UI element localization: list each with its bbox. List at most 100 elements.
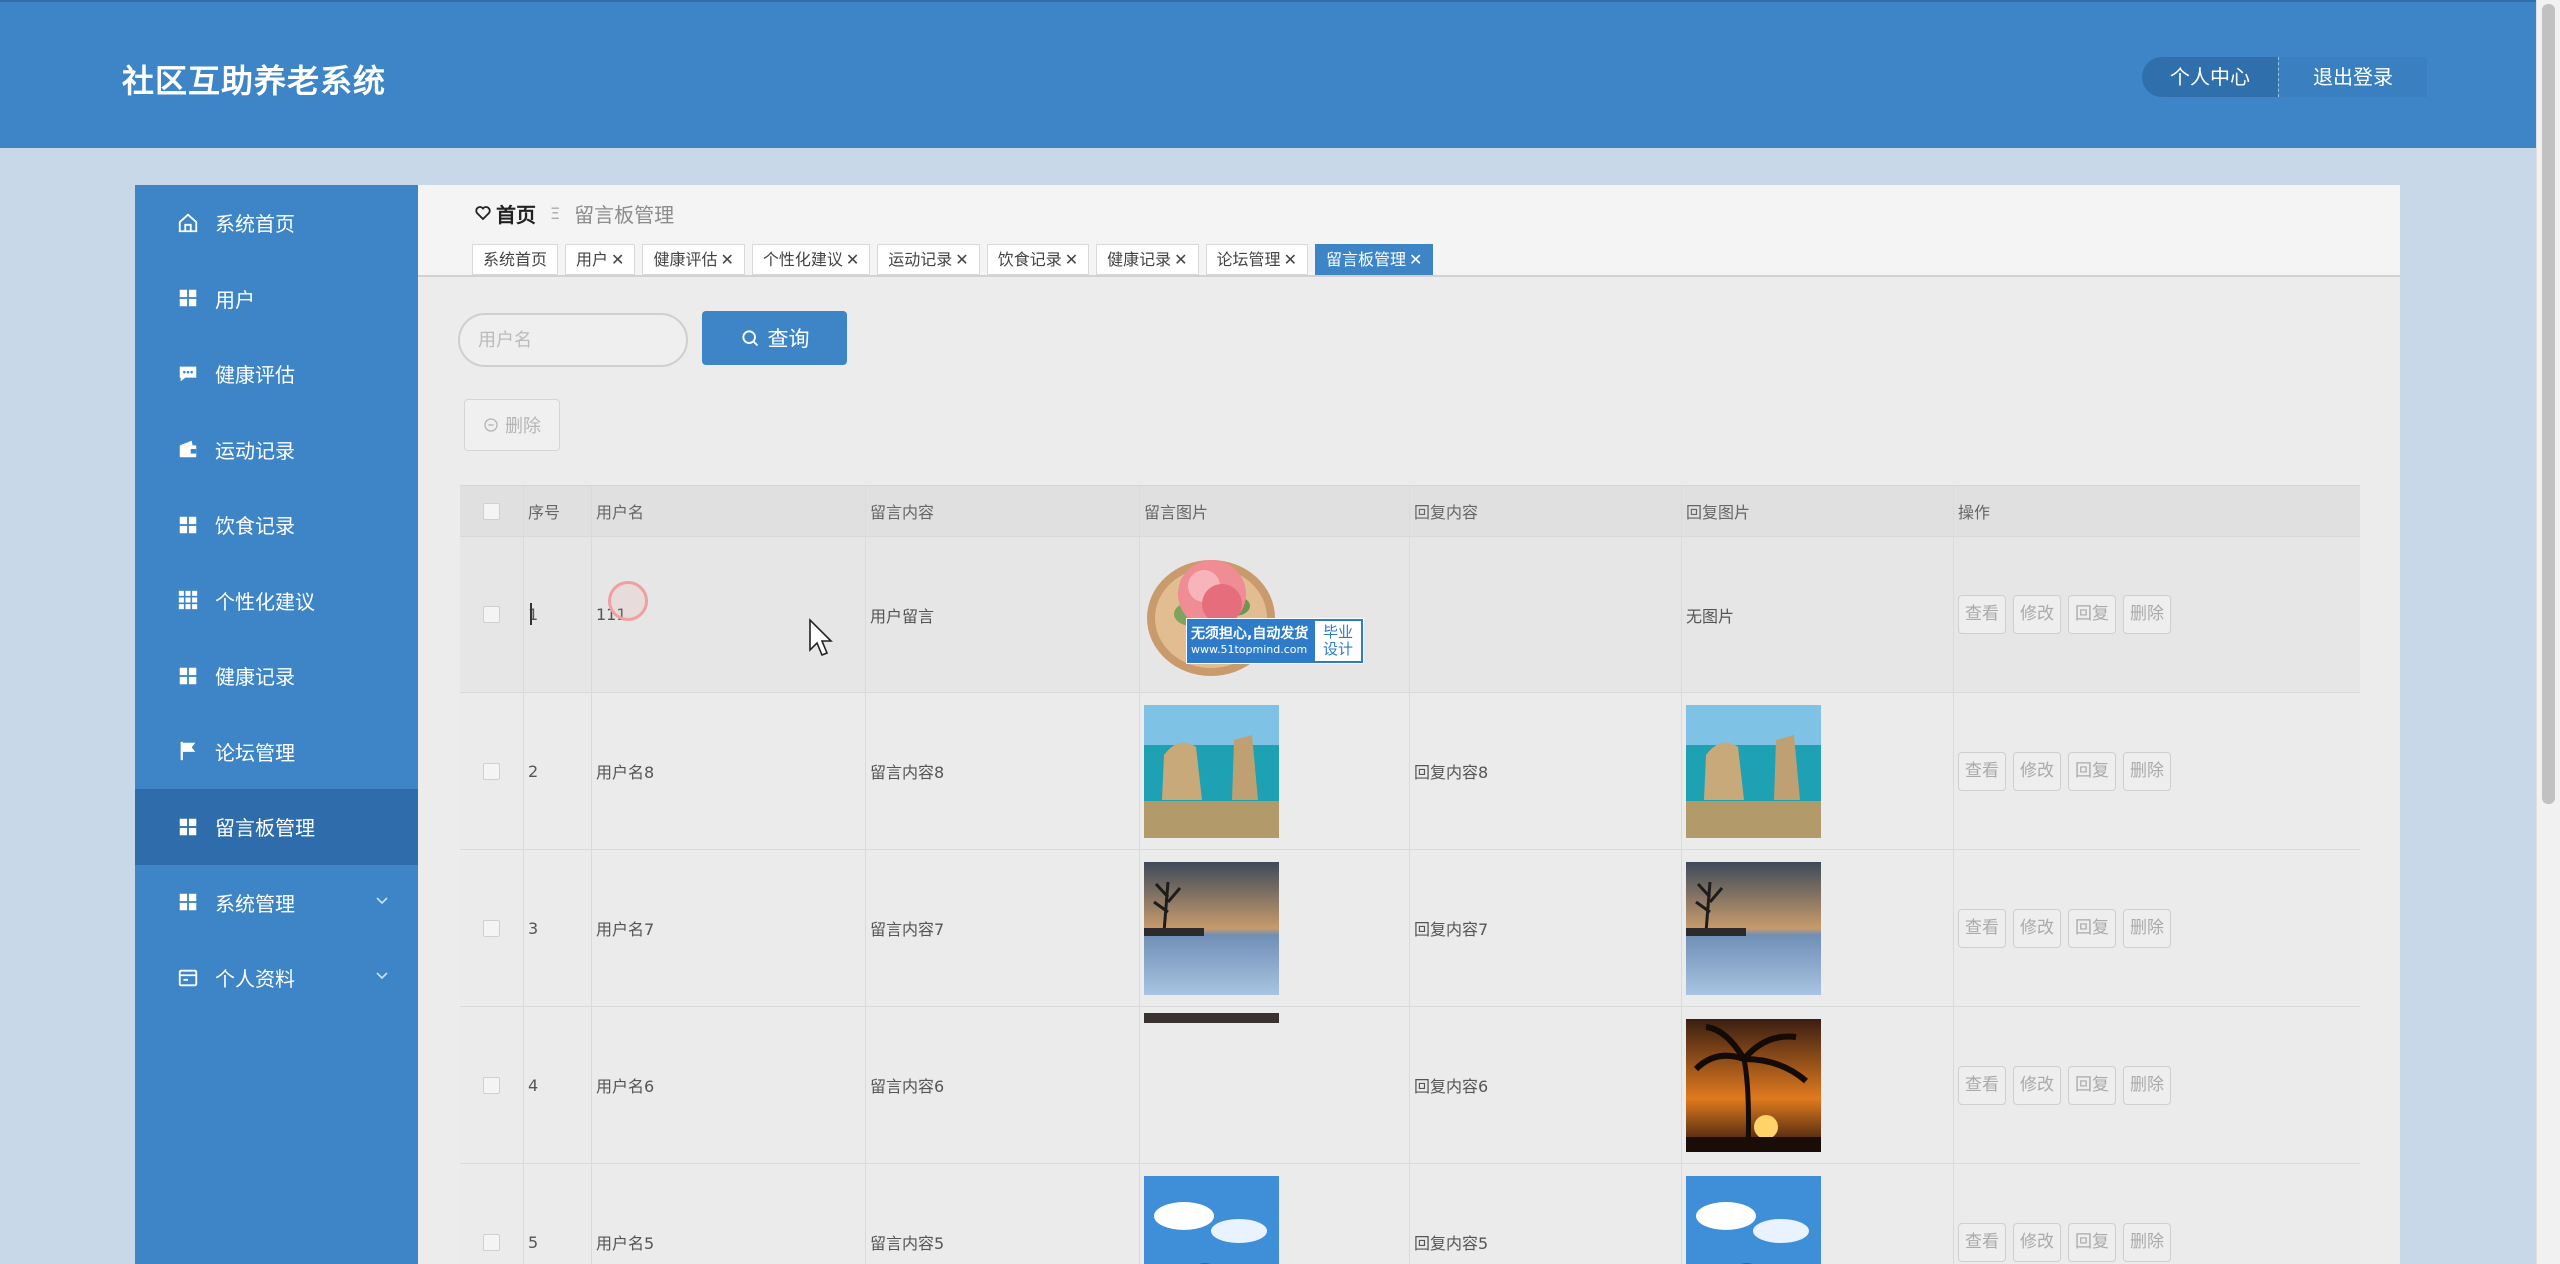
- close-icon[interactable]: ✕: [1284, 250, 1297, 269]
- sidebar-item-forum-management[interactable]: 论坛管理: [135, 714, 418, 790]
- index-cell: 3: [524, 850, 592, 1006]
- sidebar-item-personalized-advice[interactable]: 个性化建议: [135, 563, 418, 639]
- message-image-cell: [1140, 1007, 1410, 1163]
- row-checkbox[interactable]: [483, 919, 500, 937]
- sky-trees-image[interactable]: [1686, 1175, 1821, 1264]
- chevron-down-icon: [376, 896, 388, 904]
- view-button[interactable]: 查看: [1958, 751, 2006, 791]
- tab-label: 留言板管理: [1325, 250, 1406, 269]
- delete-button[interactable]: 删除: [2123, 595, 2171, 634]
- table-row[interactable]: 3 用户名7 留言内容7 回复内容7 查看 修改 回复 删除: [460, 850, 2360, 1007]
- view-button[interactable]: 查看: [1958, 595, 2006, 634]
- sidebar-item-home[interactable]: 系统首页: [135, 185, 418, 261]
- reply-image-cell: [1682, 1164, 1954, 1264]
- reply-button[interactable]: 回复: [2068, 1222, 2116, 1262]
- flag-icon: [177, 740, 199, 762]
- sidebar-item-diet-records[interactable]: 饮食记录: [135, 487, 418, 563]
- tab-health-records[interactable]: 健康记录 ✕: [1096, 244, 1199, 275]
- close-icon[interactable]: ✕: [720, 250, 733, 269]
- row-checkbox[interactable]: [483, 1076, 500, 1094]
- sea-rocks-image[interactable]: [1686, 704, 1821, 838]
- row-checkbox[interactable]: [483, 762, 500, 780]
- column-header: 留言内容: [866, 486, 1140, 536]
- row-checkbox[interactable]: [483, 606, 500, 623]
- row-checkbox[interactable]: [483, 1233, 500, 1251]
- search-button[interactable]: 查询: [702, 311, 847, 365]
- mouse-pointer-icon: [809, 618, 833, 657]
- promo-watermark[interactable]: 无须担心,自动发货 www.51topmind.com 毕业 设计: [1186, 618, 1364, 664]
- reply-button[interactable]: 回复: [2068, 595, 2116, 634]
- broken-image[interactable]: [1144, 1013, 1279, 1023]
- sidebar-item-message-board[interactable]: 留言板管理: [135, 789, 418, 865]
- tab-health-assessment[interactable]: 健康评估 ✕: [642, 244, 745, 275]
- tab-exercise-records[interactable]: 运动记录 ✕: [877, 244, 980, 275]
- delete-button[interactable]: 删除: [2123, 751, 2171, 791]
- actions-cell: 查看 修改 回复 删除: [1954, 850, 2360, 1006]
- sidebar-item-users[interactable]: 用户: [135, 261, 418, 337]
- edit-button[interactable]: 修改: [2013, 595, 2061, 634]
- view-button[interactable]: 查看: [1958, 1065, 2006, 1105]
- batch-delete-button[interactable]: 删除: [464, 399, 560, 451]
- tab-home[interactable]: 系统首页: [472, 244, 559, 275]
- row-select-cell: [460, 537, 524, 692]
- breadcrumb-home[interactable]: 首页: [474, 199, 536, 228]
- breadcrumb-bar: 首页 Ξ 留言板管理 系统首页 用户 ✕ 健康评估 ✕ 个性化建议 ✕ 运动记录 ✕ 饮…: [418, 185, 2400, 277]
- peach-image[interactable]: 无须担心,自动发货 www.51topmind.com 毕业 设计: [1144, 548, 1364, 681]
- close-icon[interactable]: ✕: [1174, 250, 1187, 269]
- close-icon[interactable]: ✕: [611, 250, 624, 269]
- delete-button[interactable]: 删除: [2123, 908, 2171, 948]
- dusk-lake-image[interactable]: [1144, 861, 1279, 995]
- logout-button[interactable]: 退出登录: [2278, 57, 2427, 97]
- table-row[interactable]: 5 用户名5 留言内容5 回复内容5 查看 修改 回复 删除: [460, 1164, 2360, 1264]
- sidebar-item-exercise-records[interactable]: 运动记录: [135, 412, 418, 488]
- personal-center-button[interactable]: 个人中心: [2142, 57, 2278, 97]
- page-scrollbar[interactable]: [2536, 0, 2560, 1264]
- close-icon[interactable]: ✕: [846, 250, 859, 269]
- actions-cell: 查看 修改 回复 删除: [1954, 1164, 2360, 1264]
- close-icon[interactable]: ✕: [1409, 250, 1422, 269]
- scrollbar-thumb[interactable]: [2542, 4, 2555, 804]
- close-icon[interactable]: ✕: [1065, 250, 1078, 269]
- content-cell: 留言内容5: [866, 1164, 1140, 1264]
- wallet-icon: [177, 438, 199, 460]
- table-row[interactable]: 1 111 用户留言 无须担心,自动发货 www.51topmind.com 毕…: [460, 537, 2360, 693]
- view-button[interactable]: 查看: [1958, 908, 2006, 948]
- actions-cell: 查看 修改 回复 删除: [1954, 537, 2360, 692]
- reply-button[interactable]: 回复: [2068, 908, 2116, 948]
- tab-personalized-advice[interactable]: 个性化建议 ✕: [751, 244, 871, 275]
- palm-sunset-image[interactable]: [1686, 1018, 1821, 1152]
- username-cell: 用户名8: [592, 693, 866, 849]
- reply-image-cell: [1682, 1007, 1954, 1163]
- reply-button[interactable]: 回复: [2068, 1065, 2116, 1105]
- message-image-cell: [1140, 850, 1410, 1006]
- edit-button[interactable]: 修改: [2013, 908, 2061, 948]
- edit-button[interactable]: 修改: [2013, 751, 2061, 791]
- table-row[interactable]: 4 用户名6 留言内容6 回复内容6 查看 修改 回复 删除: [460, 1007, 2360, 1164]
- close-icon[interactable]: ✕: [955, 250, 968, 269]
- view-button[interactable]: 查看: [1958, 1222, 2006, 1262]
- select-all-cell: [460, 486, 524, 536]
- reply-button[interactable]: 回复: [2068, 751, 2116, 791]
- table-row[interactable]: 2 用户名8 留言内容8 回复内容8 查看 修改 回复 删除: [460, 693, 2360, 850]
- tab-message-board[interactable]: 留言板管理 ✕: [1314, 244, 1434, 275]
- delete-button[interactable]: 删除: [2123, 1065, 2171, 1105]
- sidebar-item-profile[interactable]: 个人资料: [135, 940, 418, 1016]
- tab-diet-records[interactable]: 饮食记录 ✕: [986, 244, 1090, 275]
- sidebar-item-system-management[interactable]: 系统管理: [135, 865, 418, 941]
- promo-tag-line1: 毕业: [1322, 623, 1353, 641]
- sky-trees-image[interactable]: [1144, 1175, 1279, 1264]
- sidebar-item-health-assessment[interactable]: 健康评估: [135, 336, 418, 412]
- grid-icon: [177, 816, 199, 838]
- tab-users[interactable]: 用户 ✕: [565, 244, 636, 275]
- promo-tag-line2: 设计: [1322, 640, 1353, 658]
- delete-button[interactable]: 删除: [2123, 1222, 2171, 1262]
- dusk-lake-image[interactable]: [1686, 861, 1821, 995]
- edit-button[interactable]: 修改: [2013, 1222, 2061, 1262]
- tab-forum-management[interactable]: 论坛管理 ✕: [1205, 244, 1308, 275]
- select-all-checkbox[interactable]: [483, 502, 500, 520]
- sea-rocks-image[interactable]: [1144, 704, 1279, 838]
- sidebar-item-health-records[interactable]: 健康记录: [135, 638, 418, 714]
- edit-button[interactable]: 修改: [2013, 1065, 2061, 1105]
- grid-icon: [177, 287, 199, 309]
- username-search-input[interactable]: [458, 313, 688, 367]
